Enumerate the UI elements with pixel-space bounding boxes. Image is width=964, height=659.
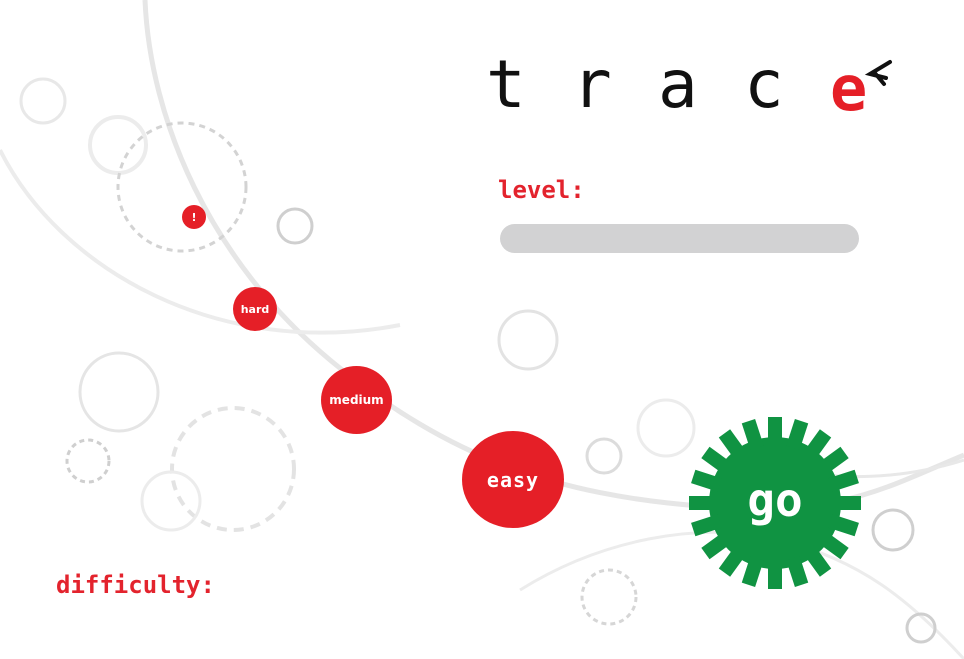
track-curve-outer <box>0 149 401 335</box>
go-gear-tooth <box>689 496 717 510</box>
difficulty-hard-button[interactable]: hard <box>233 287 277 331</box>
logo-mark-letter: e <box>830 58 867 118</box>
go-button[interactable] <box>685 415 865 591</box>
logo-letter-t: t <box>486 46 526 123</box>
difficulty-medium-button[interactable]: medium <box>321 366 392 434</box>
logo-letter-c: c <box>744 46 784 123</box>
level-label: level: <box>498 176 585 204</box>
logo-letter-r: r <box>572 46 612 123</box>
difficulty-warning-button[interactable]: ! <box>182 205 206 229</box>
app-logo: t r a c e <box>486 46 892 123</box>
logo-e-arrow-icon: e <box>830 58 892 118</box>
gear-icon <box>689 417 861 589</box>
difficulty-label: difficulty: <box>56 571 215 599</box>
logo-letter-a: a <box>658 46 698 123</box>
go-gear-tooth <box>768 417 782 445</box>
go-gear-tooth <box>833 496 861 510</box>
difficulty-easy-button[interactable]: easy <box>462 431 564 528</box>
arrow-left-icon <box>864 60 892 86</box>
go-gear-tooth <box>768 561 782 589</box>
go-gear-core <box>709 437 841 569</box>
level-field[interactable] <box>500 224 859 253</box>
